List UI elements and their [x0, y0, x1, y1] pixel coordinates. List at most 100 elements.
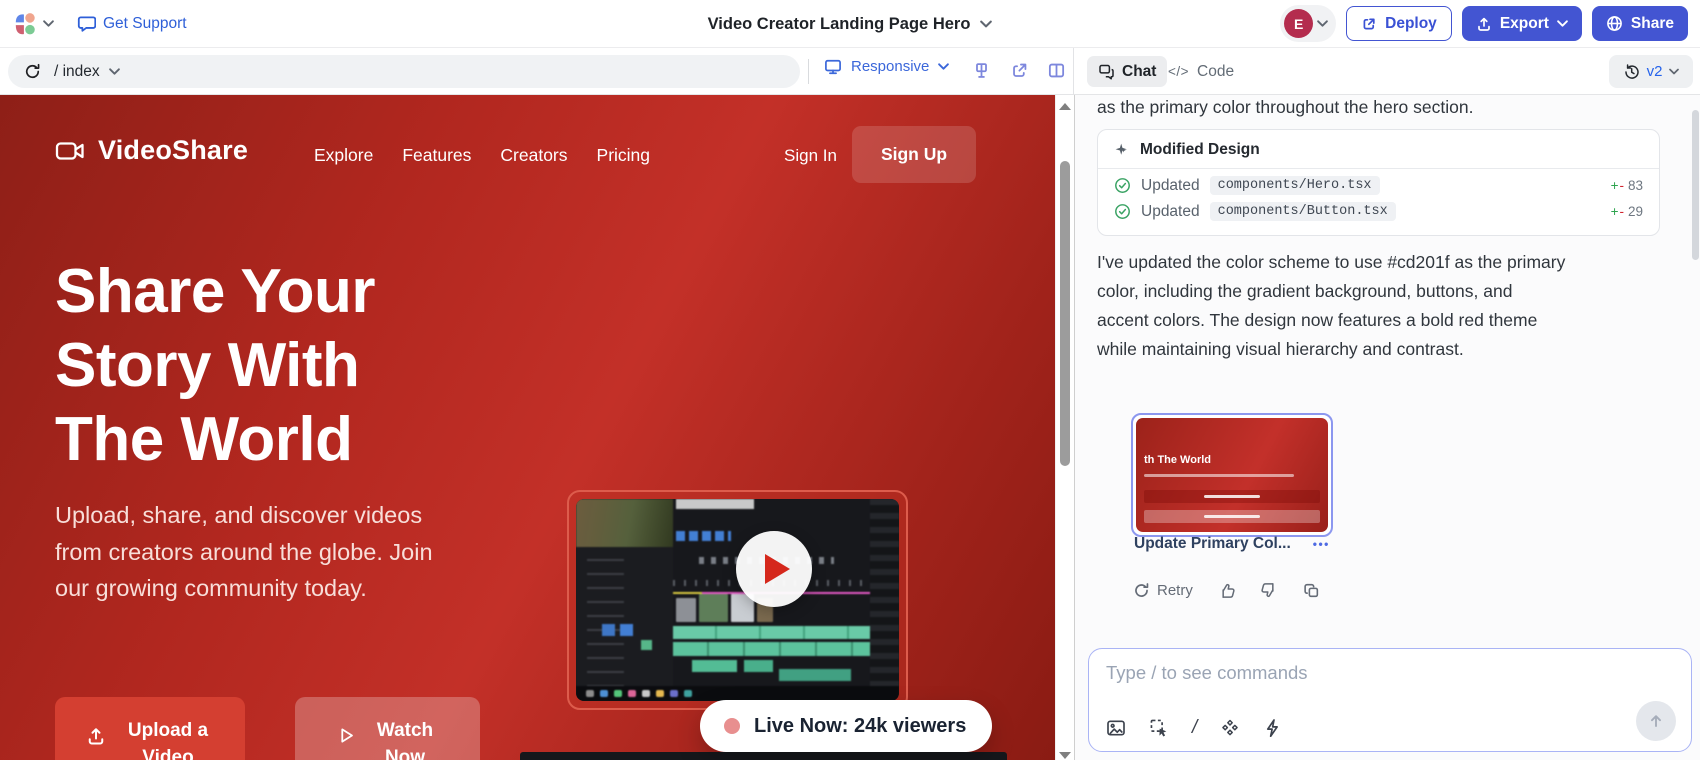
- version-thumbnail-card[interactable]: th The World: [1131, 413, 1333, 537]
- version-title-link[interactable]: Update Primary Col...: [1134, 535, 1291, 553]
- thumbs-down-button[interactable]: [1260, 581, 1279, 600]
- diff-minus: -: [1619, 178, 1624, 193]
- copy-button[interactable]: [1303, 582, 1320, 599]
- file-change-row[interactable]: Updated components/Button.tsx +-29: [1098, 195, 1659, 221]
- url-bar[interactable]: / index: [8, 55, 800, 88]
- hero-video-card: [567, 490, 908, 710]
- modified-design-card: Modified Design Updated components/Hero.…: [1097, 129, 1660, 236]
- hero-heading-line: Story With: [55, 329, 375, 403]
- diff-number: 83: [1628, 178, 1643, 193]
- attach-image-icon[interactable]: [1106, 719, 1126, 737]
- route-selector[interactable]: / index: [54, 63, 120, 81]
- nav-link-creators[interactable]: Creators: [500, 145, 567, 166]
- history-icon: [1623, 63, 1640, 80]
- site-nav: Explore Features Creators Pricing: [314, 145, 650, 166]
- viewport-selector[interactable]: Responsive: [824, 58, 949, 75]
- mini-hero-subtext-bar: [1144, 474, 1294, 477]
- diff-plus: +: [1611, 204, 1619, 219]
- nav-link-explore[interactable]: Explore: [314, 145, 373, 166]
- diff-number: 29: [1628, 204, 1643, 219]
- copy-icon: [1303, 582, 1320, 599]
- next-section-edge: [520, 752, 1007, 760]
- select-element-icon[interactable]: [1149, 718, 1169, 738]
- version-thumbnail-preview: th The World: [1136, 418, 1328, 532]
- component-tree-icon[interactable]: [972, 61, 991, 80]
- mini-hero-heading: th The World: [1144, 454, 1211, 466]
- diff-count: +-29: [1611, 204, 1643, 219]
- mini-hero-button-bar: [1144, 490, 1320, 503]
- scroll-up-arrow[interactable]: [1059, 103, 1071, 110]
- hero-heading-line: The World: [55, 403, 375, 477]
- design-card-title: Modified Design: [1140, 141, 1260, 159]
- preview-toolbar: / index Responsive: [0, 48, 1700, 95]
- diff-count: +-83: [1611, 178, 1643, 193]
- app-window: { "topbar": { "get_support": "Get Suppor…: [0, 0, 1700, 760]
- upload-video-button[interactable]: Upload a Video: [55, 697, 245, 760]
- watch-now-label: Watch Now: [372, 717, 438, 760]
- live-dot-icon: [724, 718, 740, 734]
- live-viewers-badge: Live Now: 24k viewers: [700, 700, 992, 752]
- version-chevron-icon: [1669, 68, 1679, 75]
- site-logo[interactable]: VideoShare: [55, 135, 248, 166]
- code-tab-label: Code: [1197, 63, 1234, 81]
- file-path-chip: components/Hero.tsx: [1210, 176, 1380, 195]
- version-selector[interactable]: v2: [1609, 55, 1693, 88]
- scroll-down-arrow[interactable]: [1059, 752, 1071, 759]
- open-in-new-tab-icon[interactable]: [1010, 61, 1029, 80]
- retry-button[interactable]: Retry: [1133, 582, 1193, 599]
- play-button[interactable]: [736, 531, 812, 607]
- scrollbar-thumb[interactable]: [1060, 161, 1070, 466]
- watch-now-button[interactable]: Watch Now: [295, 697, 480, 760]
- refresh-icon[interactable]: [24, 63, 41, 80]
- video-editor-mockup: [576, 499, 899, 701]
- hero-heading: Share Your Story With The World: [55, 255, 375, 477]
- diff-minus: -: [1619, 204, 1624, 219]
- thumbs-up-icon: [1217, 581, 1236, 600]
- code-icon: </>: [1168, 64, 1189, 79]
- top-bar: Get Support Video Creator Landing Page H…: [0, 0, 1700, 48]
- sign-in-link[interactable]: Sign In: [784, 146, 837, 166]
- hero-subtext-line: our growing community today.: [55, 570, 433, 607]
- play-icon: [765, 554, 790, 584]
- tab-code[interactable]: </> Code: [1168, 56, 1234, 87]
- chat-scrollbar-thumb[interactable]: [1692, 110, 1699, 260]
- hero-subtext-line: Upload, share, and discover videos: [55, 497, 433, 534]
- version-label: v2: [1647, 63, 1663, 80]
- chat-panel: as the primary color throughout the hero…: [1074, 95, 1700, 760]
- video-thumbnail: [576, 499, 899, 701]
- chat-tab-label: Chat: [1122, 63, 1156, 81]
- upload-video-label: Upload a Video: [122, 717, 214, 760]
- preview-panel: VideoShare Explore Features Creators Pri…: [0, 95, 1055, 760]
- nav-link-pricing[interactable]: Pricing: [597, 145, 651, 166]
- hero-subtext-line: from creators around the globe. Join: [55, 534, 433, 571]
- video-camera-icon: [55, 139, 85, 163]
- route-path: / index: [54, 63, 100, 81]
- chat-input[interactable]: [1106, 662, 1675, 684]
- sign-up-button[interactable]: Sign Up: [852, 126, 976, 183]
- nav-link-features[interactable]: Features: [402, 145, 471, 166]
- quick-actions-icon[interactable]: [1263, 718, 1281, 738]
- file-action: Updated: [1141, 177, 1200, 195]
- split-view-icon[interactable]: [1047, 61, 1066, 80]
- integrations-icon[interactable]: [1220, 718, 1240, 738]
- preview-scrollbar[interactable]: [1055, 95, 1073, 760]
- project-title-chevron-icon[interactable]: [980, 20, 992, 28]
- play-outline-icon: [337, 726, 356, 745]
- dock-strip: [576, 686, 899, 701]
- version-menu-dots[interactable]: •••: [1313, 537, 1330, 551]
- chat-composer[interactable]: /: [1088, 648, 1692, 752]
- send-arrow-icon: [1647, 712, 1665, 730]
- chat-bubbles-icon: [1098, 63, 1115, 80]
- live-badge-label: Live Now: 24k viewers: [754, 715, 966, 738]
- route-chevron-icon: [109, 68, 120, 75]
- site-brand-name: VideoShare: [98, 135, 248, 166]
- sparkle-icon: [1114, 142, 1130, 158]
- thumbs-down-icon: [1260, 581, 1279, 600]
- slash-command-icon[interactable]: /: [1192, 717, 1197, 739]
- send-button[interactable]: [1636, 701, 1676, 741]
- assistant-message-clipped: as the primary color throughout the hero…: [1097, 95, 1473, 120]
- viewport-label: Responsive: [851, 58, 929, 75]
- thumbs-up-button[interactable]: [1217, 581, 1236, 600]
- tab-chat[interactable]: Chat: [1087, 56, 1167, 87]
- file-change-row[interactable]: Updated components/Hero.tsx +-83: [1098, 169, 1659, 195]
